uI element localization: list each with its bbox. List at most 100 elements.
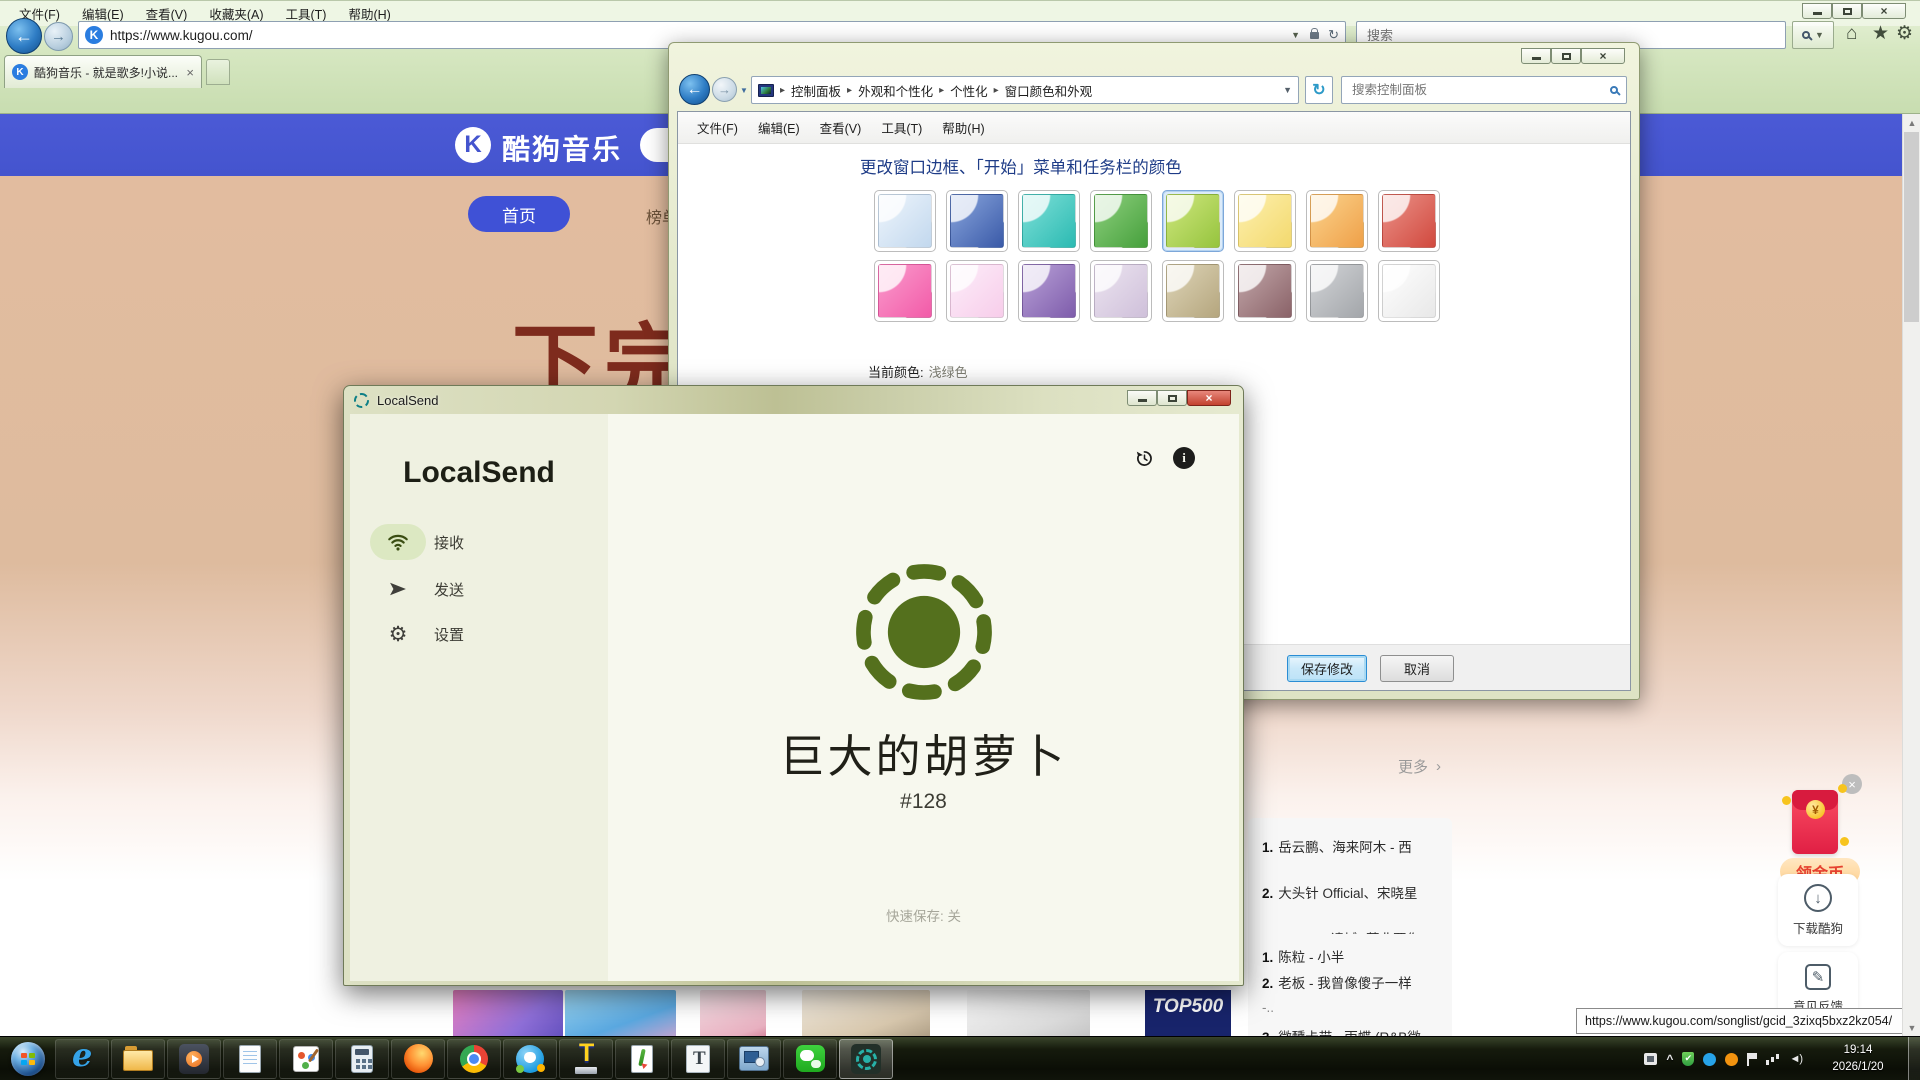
quick-save-status[interactable]: 快速保存: 关 (608, 905, 1239, 925)
taskbar-firefox-icon[interactable] (391, 1039, 445, 1079)
ie-search-input[interactable] (1365, 27, 1777, 44)
sidebar-item-send[interactable]: 发送 (350, 571, 608, 607)
color-swatch-brown[interactable] (1234, 260, 1296, 322)
red-envelope-icon[interactable]: ¥ (1792, 790, 1838, 854)
kugou-more-link[interactable]: 更多 › (1398, 756, 1441, 777)
kugou-logo-icon[interactable]: K (455, 127, 491, 163)
cp-menu-edit[interactable]: 编辑(E) (749, 115, 809, 140)
color-swatch-lavender[interactable] (1090, 260, 1152, 322)
album-cover[interactable] (453, 990, 563, 1036)
taskbar-explorer-icon[interactable] (111, 1039, 165, 1079)
url-text[interactable]: https://www.kugou.com/ (110, 28, 1291, 43)
list-item[interactable]: 2.大头针 Official、宋晓星 (1262, 882, 1418, 902)
scroll-up-icon[interactable]: ▲ (1903, 114, 1920, 131)
home-icon[interactable]: ⌂ (1846, 24, 1857, 43)
cp-menu-file[interactable]: 文件(F) (688, 115, 747, 140)
info-icon[interactable]: i (1173, 447, 1195, 469)
kugou-top500-tile[interactable]: TOP500 (1145, 990, 1231, 1036)
download-kugou-card[interactable]: ↓ 下载酷狗 (1778, 874, 1858, 946)
kugou-logo-text[interactable]: 酷狗音乐 (502, 128, 622, 168)
taskbar-note-editor-icon[interactable] (615, 1039, 669, 1079)
messenger-tray-icon[interactable] (1703, 1053, 1716, 1066)
color-swatch-white[interactable] (1378, 260, 1440, 322)
taskbar-system-tool-icon[interactable] (727, 1039, 781, 1079)
save-changes-button[interactable]: 保存修改 (1287, 655, 1367, 682)
favorites-star-icon[interactable]: ★ (1872, 24, 1889, 43)
album-cover[interactable] (802, 990, 930, 1036)
taskbar-wechat-icon[interactable] (783, 1039, 837, 1079)
scrollbar-thumb[interactable] (1904, 132, 1919, 322)
ie-restore-button[interactable] (1832, 3, 1862, 19)
history-icon[interactable] (1133, 447, 1155, 469)
color-swatch-blue[interactable] (946, 190, 1008, 252)
color-swatch-sky[interactable] (874, 190, 936, 252)
cp-menu-view[interactable]: 查看(V) (811, 115, 871, 140)
color-swatch-green[interactable] (1090, 190, 1152, 252)
list-item[interactable]: 1.岳云鹏、海来阿木 - 西 (1262, 836, 1412, 856)
color-swatch-orange[interactable] (1306, 190, 1368, 252)
color-swatch-gray[interactable] (1306, 260, 1368, 322)
color-swatch-khaki[interactable] (1162, 260, 1224, 322)
ie-minimize-button[interactable] (1802, 3, 1832, 19)
cp-close-button[interactable]: × (1581, 48, 1625, 64)
taskbar-calculator-icon[interactable] (335, 1039, 389, 1079)
cp-back-button[interactable]: ← (679, 74, 710, 105)
color-swatch-light-green[interactable] (1162, 190, 1224, 252)
action-center-flag-icon[interactable] (1747, 1053, 1757, 1066)
chevron-down-icon[interactable]: ▼ (1283, 85, 1292, 95)
ie-close-button[interactable]: × (1862, 3, 1906, 19)
ls-minimize-button[interactable] (1127, 390, 1157, 406)
tab-close-icon[interactable]: × (186, 65, 194, 80)
volume-icon[interactable]: ◄) (1789, 1053, 1802, 1065)
cp-menu-tools[interactable]: 工具(T) (872, 115, 931, 140)
breadcrumb-window-color[interactable]: 窗口颜色和外观 (1005, 81, 1093, 100)
cancel-button[interactable]: 取消 (1380, 655, 1454, 682)
taskbar-ie-icon[interactable] (55, 1039, 109, 1079)
ie-back-button[interactable]: ← (6, 18, 42, 54)
cp-menu-help[interactable]: 帮助(H) (933, 115, 993, 140)
list-item[interactable]: 3.微醺卡带 - 雨蝶 (R&B微 (1262, 1026, 1421, 1036)
taskbar-chrome-icon[interactable] (447, 1039, 501, 1079)
taskbar-media-player-icon[interactable] (167, 1039, 221, 1079)
breadcrumb[interactable]: ▸ 控制面板 ▸ 外观和个性化 ▸ 个性化 ▸ 窗口颜色和外观 ▼ (751, 76, 1299, 104)
address-dropdown-icon[interactable]: ▼ (1291, 30, 1300, 40)
album-cover[interactable] (967, 990, 1090, 1036)
album-cover[interactable] (565, 990, 676, 1036)
breadcrumb-control-panel[interactable]: 控制面板 (791, 81, 841, 100)
cp-search-input[interactable] (1350, 82, 1610, 98)
taskbar-clock[interactable]: 19:14 2026/1/20 (1812, 1042, 1904, 1075)
taskbar-qq-icon[interactable] (503, 1039, 557, 1079)
cp-minimize-button[interactable] (1521, 48, 1551, 64)
ls-restore-button[interactable] (1157, 390, 1187, 406)
security-shield-icon[interactable]: ✔ (1682, 1052, 1694, 1066)
history-dropdown-icon[interactable]: ▼ (740, 86, 748, 95)
show-hidden-icons-caret[interactable]: ^ (1666, 1052, 1673, 1066)
color-swatch-pink[interactable] (874, 260, 936, 322)
start-button[interactable] (3, 1039, 53, 1079)
new-tab-button[interactable] (206, 59, 230, 85)
sidebar-item-receive[interactable]: 接收 (350, 524, 608, 560)
breadcrumb-appearance[interactable]: 外观和个性化 (858, 81, 933, 100)
page-scrollbar[interactable]: ▲ ▼ (1902, 114, 1920, 1036)
cp-forward-button[interactable]: → (712, 77, 737, 102)
color-swatch-teal[interactable] (1018, 190, 1080, 252)
ie-forward-button[interactable]: → (44, 22, 73, 51)
color-swatch-pale-pink[interactable] (946, 260, 1008, 322)
cp-refresh-button[interactable]: ↻ (1305, 76, 1333, 104)
list-item[interactable]: 2.老板 - 我曾像傻子一样 (1262, 972, 1412, 992)
cp-search-box[interactable] (1341, 76, 1627, 104)
taskbar-office-tool-icon[interactable] (559, 1039, 613, 1079)
scroll-down-icon[interactable]: ▼ (1903, 1019, 1920, 1036)
kugou-nav-home[interactable]: 首页 (468, 196, 570, 232)
sidebar-item-settings[interactable]: ⚙ 设置 (350, 616, 608, 652)
color-swatch-purple[interactable] (1018, 260, 1080, 322)
color-swatch-red[interactable] (1378, 190, 1440, 252)
browser-tab[interactable]: K 酷狗音乐 - 就是歌多!小说... × (4, 55, 202, 88)
taskbar-notepad-icon[interactable] (223, 1039, 277, 1079)
ie-search-button[interactable]: ▼ (1792, 21, 1834, 49)
ls-title-bar[interactable]: LocalSend (344, 386, 1243, 414)
list-item[interactable]: 1.陈粒 - 小半 (1262, 946, 1344, 966)
update-alert-icon[interactable] (1725, 1053, 1738, 1066)
gear-icon[interactable]: ⚙ (1896, 24, 1913, 43)
taskbar-text-tool-icon[interactable] (671, 1039, 725, 1079)
